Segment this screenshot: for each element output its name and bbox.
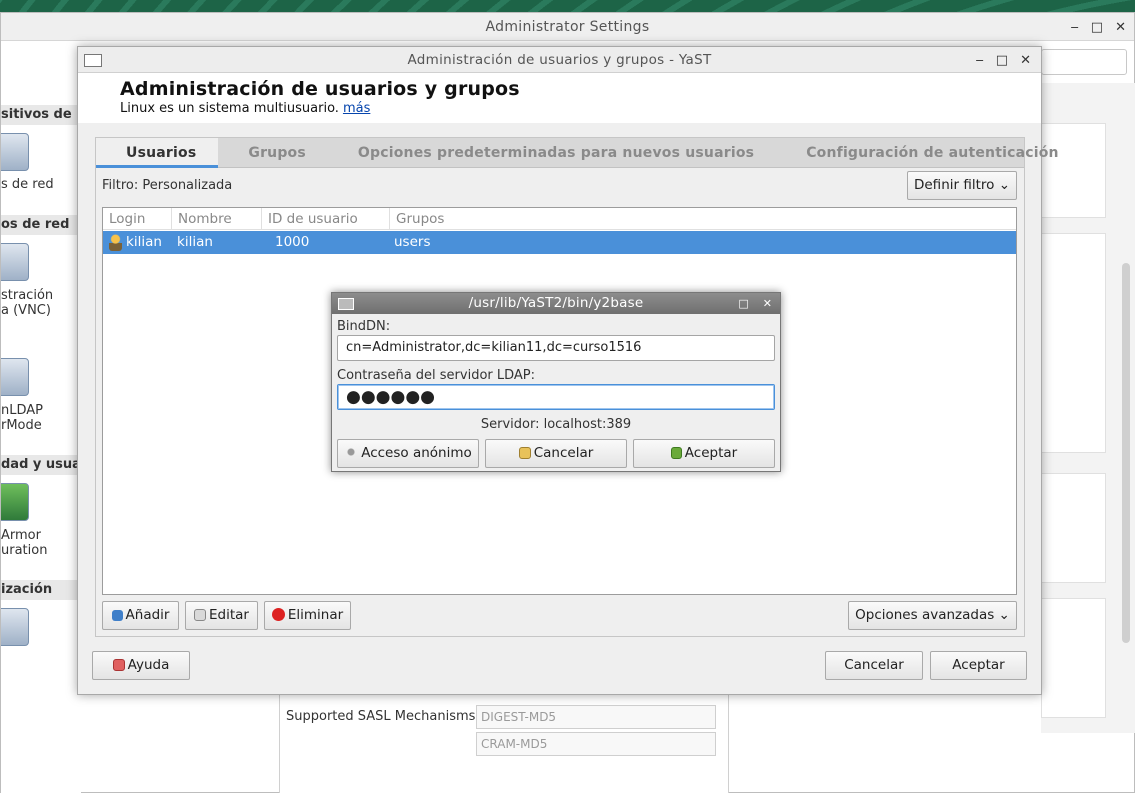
yast-window-controls: ‒ □ ✕ (976, 47, 1031, 73)
binddn-field[interactable]: cn=Administrator,dc=kilian11,dc=curso151… (337, 335, 775, 361)
sasl-label: Supported SASL Mechanisms (286, 709, 476, 724)
tab-groups[interactable]: Grupos (218, 138, 328, 168)
vnc-icon[interactable] (1, 243, 29, 281)
cell-groups: users (394, 234, 431, 250)
maximize-icon[interactable]: □ (996, 53, 1008, 68)
table-row[interactable]: kilian kilian 1000 users (103, 231, 1016, 254)
edit-button[interactable]: Editar (185, 601, 258, 630)
sasl-value-field[interactable]: CRAM-MD5 (476, 732, 716, 756)
dialog-window-controls: □ ✕ (738, 293, 772, 314)
section-heading-network: os de red (1, 215, 81, 235)
tab-new-user-defaults[interactable]: Opciones predeterminadas para nuevos usu… (328, 138, 776, 168)
column-header-groups[interactable]: Grupos (390, 208, 510, 230)
apparmor-icon[interactable] (1, 483, 29, 521)
ldap-config-area: Supported SASL Mechanisms DIGEST-MD5 CRA… (279, 695, 729, 793)
delete-button[interactable]: Eliminar (264, 601, 351, 630)
panel-box (1041, 233, 1106, 453)
module-sidebar: sitivos de r s de red os de red stración… (1, 83, 81, 793)
virtualization-icon[interactable] (1, 608, 29, 646)
network-card-icon[interactable] (1, 133, 29, 171)
password-label: Contraseña del servidor LDAP: (337, 368, 536, 383)
dialog-cancel-label: Cancelar (533, 445, 594, 461)
column-header-uid[interactable]: ID de usuario (262, 208, 390, 230)
admin-window-title: Administrator Settings (1, 13, 1134, 41)
dialog-accept-button[interactable]: Aceptar (633, 439, 775, 468)
admin-window-controls: ‒ □ ✕ (1071, 13, 1126, 41)
window-menu-icon[interactable] (84, 54, 102, 67)
cell-name: kilian (177, 234, 213, 250)
ldap-bind-dialog: /usr/lib/YaST2/bin/y2base □ ✕ BindDN: cn… (331, 292, 781, 472)
section-heading-security: dad y usua (1, 455, 81, 475)
cancel-button[interactable]: Cancelar (825, 651, 923, 680)
yast-window-title: Administración de usuarios y grupos - Ya… (78, 47, 1041, 73)
table-header: Login Nombre ID de usuario Grupos (103, 208, 1016, 230)
module-label[interactable]: nLDAP (1, 403, 43, 418)
add-button[interactable]: Añadir (102, 601, 179, 630)
section-heading-virtualization: ización (1, 580, 81, 600)
subtitle-text: Linux es un sistema multiusuario. (120, 101, 339, 116)
maximize-icon[interactable]: □ (738, 297, 748, 310)
cell-uid: 1000 (275, 234, 310, 250)
edit-icon (194, 609, 207, 621)
delete-label: Eliminar (287, 607, 344, 623)
yast-header: Administración de usuarios y grupos Linu… (78, 73, 1041, 123)
dialog-title: /usr/lib/YaST2/bin/y2base (332, 293, 780, 314)
help-label: Ayuda (127, 657, 170, 673)
column-header-name[interactable]: Nombre (172, 208, 262, 230)
maximize-icon[interactable]: □ (1091, 20, 1103, 35)
module-label[interactable]: a (VNC) (1, 303, 51, 318)
ldap-server-icon[interactable] (1, 358, 29, 396)
tab-authentication-settings[interactable]: Configuración de autenticación (776, 138, 1081, 168)
delete-icon (271, 608, 285, 621)
advanced-options-button[interactable]: Opciones avanzadas ⌄ (848, 601, 1017, 630)
add-label: Añadir (125, 607, 170, 623)
close-icon[interactable]: ✕ (763, 297, 772, 310)
right-panel (1041, 83, 1135, 733)
anonymous-icon (344, 445, 359, 459)
dialog-accept-label: Aceptar (684, 445, 738, 461)
module-label[interactable]: s de red (1, 177, 54, 192)
sasl-value-field[interactable]: DIGEST-MD5 (476, 705, 716, 729)
module-label[interactable]: stración (1, 288, 53, 303)
close-icon[interactable]: ✕ (1115, 20, 1126, 35)
password-field[interactable]: ●●●●●● (337, 384, 775, 410)
panel-box (1041, 473, 1106, 583)
scrollbar[interactable] (1122, 263, 1130, 643)
more-link[interactable]: más (343, 101, 370, 116)
binddn-label: BindDN: (337, 319, 391, 334)
window-menu-icon[interactable] (338, 298, 354, 310)
close-icon[interactable]: ✕ (1020, 53, 1031, 68)
column-header-login[interactable]: Login (103, 208, 172, 230)
search-input[interactable] (1041, 49, 1127, 75)
tab-users[interactable]: Usuarios (96, 138, 219, 168)
tab-bar: Usuarios Grupos Opciones predeterminadas… (96, 138, 1059, 168)
edit-label: Editar (209, 607, 249, 623)
login-text: kilian (126, 234, 162, 250)
module-label[interactable]: uration (1, 543, 47, 558)
page-subtitle: Linux es un sistema multiusuario. más (120, 101, 370, 116)
minimize-icon[interactable]: ‒ (976, 53, 984, 68)
anonymous-access-button[interactable]: Acceso anónimo (337, 439, 479, 468)
dialog-cancel-button[interactable]: Cancelar (485, 439, 627, 468)
minimize-icon[interactable]: ‒ (1071, 20, 1079, 35)
accept-button[interactable]: Aceptar (930, 651, 1027, 680)
module-label[interactable]: rMode (1, 418, 42, 433)
page-title: Administración de usuarios y grupos (120, 78, 520, 100)
help-icon (112, 659, 125, 671)
plus-icon (111, 610, 123, 621)
cancel-icon (518, 447, 531, 459)
server-info: Servidor: localhost:389 (480, 417, 632, 432)
module-label[interactable]: Armor (1, 528, 41, 543)
section-heading-devices: sitivos de r (1, 105, 81, 125)
filter-label: Filtro: Personalizada (102, 178, 233, 193)
panel-box (1041, 598, 1106, 718)
help-button[interactable]: Ayuda (92, 651, 190, 680)
user-icon (109, 234, 122, 251)
accept-icon (670, 447, 682, 459)
anonymous-label: Acceso anónimo (361, 445, 472, 461)
cell-login: kilian (103, 231, 172, 254)
define-filter-button[interactable]: Definir filtro ⌄ (907, 171, 1017, 200)
